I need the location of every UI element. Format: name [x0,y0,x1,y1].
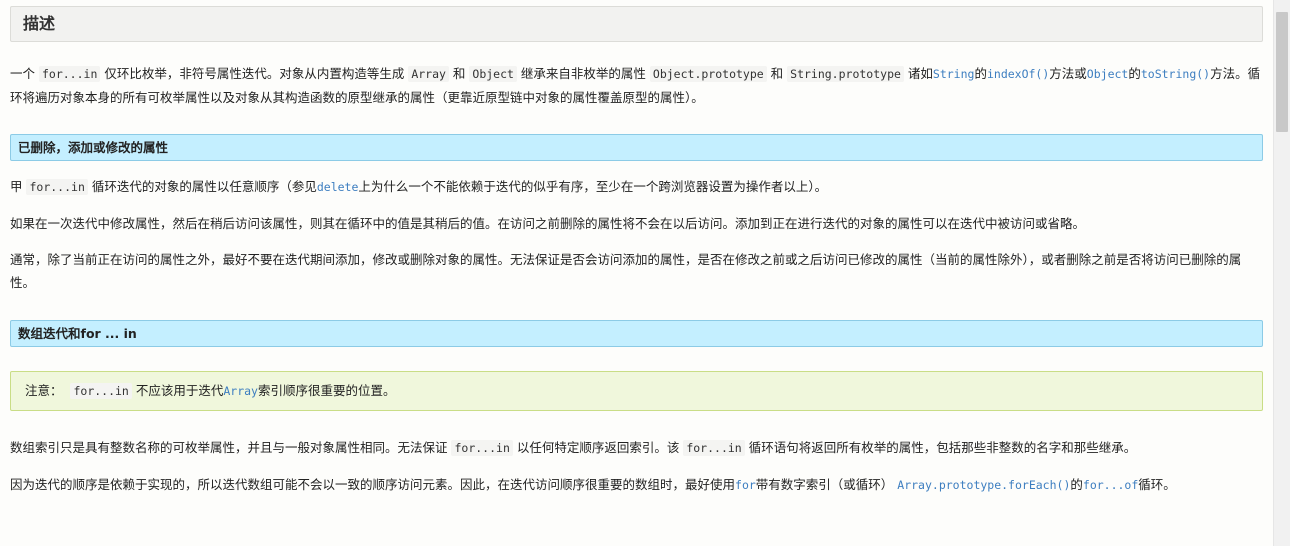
section-heading-description: 描述 [10,6,1263,42]
article-content: 描述 一个 for...in 仅环比枚举，非符号属性迭代。对象从内置构造等生成 … [10,6,1263,497]
inline-code: String.prototype [787,66,904,82]
section-heading-deleted-added-modified: 已删除，添加或修改的属性 [10,134,1263,161]
link-indexof[interactable]: indexOf() [987,67,1049,81]
link-string[interactable]: String [933,67,975,81]
inline-code: Object [469,66,517,82]
section-heading-array-iteration: 数组迭代和for ... in [10,320,1263,347]
inline-code: for...in [70,383,132,399]
link-delete[interactable]: delete [317,180,359,194]
paragraph-description: 一个 for...in 仅环比枚举，非符号属性迭代。对象从内置构造等生成 Arr… [10,66,1261,105]
inline-code: Array [408,66,449,82]
inline-code: for...in [451,440,513,456]
paragraph-deleted-2: 如果在一次迭代中修改属性，然后在稍后访问该属性，则其在循环中的值是其稍后的值。在… [10,216,1086,231]
inline-code: for...in [683,440,745,456]
paragraph-array-2: 因为迭代的顺序是依赖于实现的，所以迭代数组可能不会以一致的顺序访问元素。因此，在… [10,477,1176,492]
paragraph-deleted-3: 通常，除了当前正在访问的属性之外，最好不要在迭代期间添加，修改或删除对象的属性。… [10,252,1242,290]
vertical-scrollbar[interactable] [1273,0,1290,546]
note-label: 注意： [25,383,63,398]
link-tostring[interactable]: toString() [1141,67,1210,81]
paragraph-array-1: 数组索引只是具有整数名称的可枚举属性，并且与一般对象属性相同。无法保证 for.… [10,440,1137,456]
inline-code: for...in [38,66,101,82]
link-for[interactable]: for [735,478,756,492]
paragraph-deleted-1: 甲 for...in 循环迭代的对象的属性以任意顺序（参见delete上为什么一… [10,179,828,195]
inline-code: for...in [26,179,88,195]
note-box: 注意： for...in 不应该用于迭代Array索引顺序很重要的位置。 [10,371,1263,411]
inline-code: Object.prototype [649,66,767,82]
link-object[interactable]: Object [1087,67,1129,81]
link-array-foreach[interactable]: Array.prototype.forEach() [897,478,1070,492]
scrollbar-thumb[interactable] [1276,12,1288,132]
link-array[interactable]: Array [223,384,258,398]
link-for-of[interactable]: for...of [1083,478,1138,492]
